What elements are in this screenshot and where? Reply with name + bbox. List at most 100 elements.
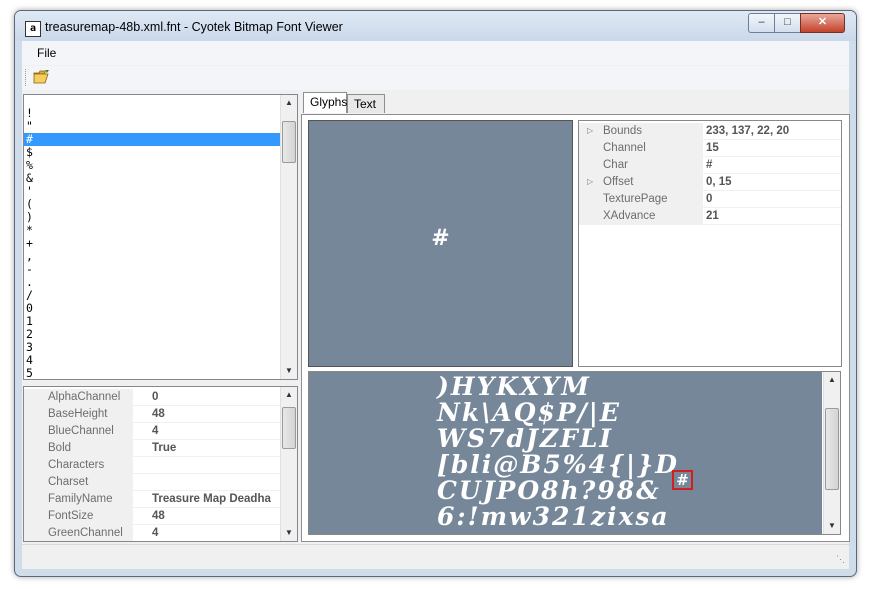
font-property-row[interactable]: GreenChannel 4 (24, 525, 297, 541)
menu-file[interactable]: File (37, 46, 56, 60)
glyph-list[interactable]: ! " # $% & '() * +, -./0 1 2 3 4 5 ▲ ▼ (23, 94, 298, 380)
glyph-property-row[interactable]: Bounds ▷ 233, 137, 22, 20 (579, 123, 841, 140)
glyph-property-name: Channel (579, 140, 703, 156)
glyph-list-item[interactable]: # (24, 133, 297, 146)
font-property-name: GreenChannel (24, 525, 133, 541)
glyph-list-item[interactable]: . (24, 276, 297, 289)
glyph-list-item[interactable]: 0 (24, 302, 297, 315)
glyph-list-item[interactable]: " (24, 120, 297, 133)
glyph-highlight-box: # (672, 470, 693, 490)
font-property-row[interactable]: BlueChannel 4 (24, 423, 297, 440)
preview-glyph: # (431, 225, 450, 251)
scroll-up-icon[interactable]: ▲ (281, 95, 297, 111)
font-property-name: AlphaChannel (24, 389, 133, 405)
texture-glyph-row: CUJPO8h?98& (437, 476, 661, 505)
status-bar: ⋱ (22, 544, 849, 569)
glyph-property-row[interactable]: XAdvance 21 (579, 208, 841, 225)
expand-icon[interactable]: ▷ (587, 123, 593, 139)
glyph-list-item[interactable]: ! (24, 107, 297, 120)
glyph-property-value[interactable]: 21 (706, 208, 719, 224)
glyph-list-item[interactable]: + (24, 237, 297, 250)
scroll-up-icon[interactable]: ▲ (281, 387, 297, 403)
tab-text[interactable]: Text (347, 94, 385, 113)
font-property-value[interactable]: 4 (152, 423, 282, 439)
maximize-button[interactable]: □ (774, 13, 801, 33)
glyph-list-item[interactable]: % (24, 159, 297, 172)
title-bar[interactable]: a treasuremap-48b.xml.fnt - Cyotek Bitma… (15, 11, 856, 41)
font-property-row[interactable]: Bold True (24, 440, 297, 457)
scroll-thumb[interactable] (282, 407, 296, 449)
menu-bar: File (22, 41, 849, 65)
glyph-property-name: XAdvance (579, 208, 703, 224)
font-property-name: BaseHeight (24, 406, 133, 422)
minimize-button[interactable]: – (748, 13, 775, 33)
app-window: a treasuremap-48b.xml.fnt - Cyotek Bitma… (14, 10, 857, 577)
glyph-list-scrollbar[interactable]: ▲ ▼ (280, 95, 297, 379)
expand-icon[interactable]: ▷ (587, 174, 593, 190)
scroll-down-icon[interactable]: ▼ (281, 525, 297, 541)
glyph-preview: # (308, 120, 573, 367)
close-icon: ✕ (817, 16, 828, 28)
font-property-name: BlueChannel (24, 423, 133, 439)
resize-grip-icon[interactable]: ⋱ (836, 554, 845, 565)
glyph-property-value[interactable]: 15 (706, 140, 719, 156)
font-property-value[interactable]: 4 (152, 525, 282, 541)
glyph-list-item[interactable]: 1 (24, 315, 297, 328)
texture-glyph-row: 6:!mw321zixsa (437, 502, 670, 531)
font-property-row[interactable]: AlphaChannel 0 (24, 389, 297, 406)
glyph-list-item[interactable]: $ (24, 146, 297, 159)
glyph-list-item[interactable]: 4 (24, 354, 297, 367)
glyph-list-item[interactable]: * (24, 224, 297, 237)
maximize-icon: □ (784, 16, 791, 28)
open-folder-icon[interactable] (33, 69, 51, 85)
glyph-list-item[interactable]: ( (24, 198, 297, 211)
glyph-list-item[interactable]: & (24, 172, 297, 185)
glyph-list-item[interactable]: / (24, 289, 297, 302)
font-property-value[interactable]: True (152, 440, 282, 456)
glyph-list-item[interactable]: , (24, 250, 297, 263)
font-property-value[interactable]: Treasure Map Deadha (152, 491, 282, 507)
scroll-down-icon[interactable]: ▼ (824, 518, 840, 534)
glyph-list-item[interactable]: 3 (24, 341, 297, 354)
glyph-property-value[interactable]: # (706, 157, 712, 173)
glyph-list-item[interactable]: 2 (24, 328, 297, 341)
glyph-list-item[interactable]: 5 (24, 367, 297, 380)
glyph-property-value[interactable]: 0, 15 (706, 174, 732, 190)
scroll-thumb[interactable] (282, 121, 296, 163)
font-property-value[interactable]: 48 (152, 406, 282, 422)
toolbar-grip-icon[interactable] (25, 69, 28, 86)
font-property-row[interactable]: Characters (24, 457, 297, 474)
font-property-name: Characters (24, 457, 133, 473)
glyph-property-row[interactable]: Channel 15 (579, 140, 841, 157)
glyph-property-grid[interactable]: Bounds ▷ 233, 137, 22, 20 Channel 15 Char # Off… (578, 120, 842, 367)
texture-scrollbar[interactable]: ▲ ▼ (823, 372, 840, 534)
glyph-property-row[interactable]: Char # (579, 157, 841, 174)
font-property-value[interactable]: 0 (152, 389, 282, 405)
font-property-row[interactable]: FontSize 48 (24, 508, 297, 525)
scroll-thumb[interactable] (825, 408, 839, 490)
minimize-icon: – (758, 16, 765, 28)
font-property-row[interactable]: Charset (24, 474, 297, 491)
font-property-name: Charset (24, 474, 133, 490)
texture-view[interactable]: )HYKXYM Nk\AQ$P/|E WS7dJZFLI [blі@B5%4{|}D C… (308, 371, 841, 535)
glyph-property-row[interactable]: TexturePage 0 (579, 191, 841, 208)
glyph-property-row[interactable]: Offset ▷ 0, 15 (579, 174, 841, 191)
scroll-down-icon[interactable]: ▼ (281, 363, 297, 379)
glyph-list-item[interactable]: - (24, 263, 297, 276)
font-property-value[interactable]: 48 (152, 508, 282, 524)
font-property-grid[interactable]: AlphaChannel 0 BaseHeight 48 BlueChannel 4 Bol… (23, 386, 298, 542)
glyph-property-value[interactable]: 233, 137, 22, 20 (706, 123, 789, 139)
glyph-list-items: ! " # $% & '() * +, -./0 1 2 3 4 5 (24, 95, 297, 380)
font-property-scrollbar[interactable]: ▲ ▼ (280, 387, 297, 541)
close-button[interactable]: ✕ (800, 13, 845, 33)
glyph-property-name: Char (579, 157, 703, 173)
glyph-property-value[interactable]: 0 (706, 191, 712, 207)
font-property-rows: AlphaChannel 0 BaseHeight 48 BlueChannel 4 Bol… (24, 387, 297, 541)
tab-glyphs[interactable]: Glyphs (303, 92, 347, 113)
font-property-name: Bold (24, 440, 133, 456)
font-property-row[interactable]: BaseHeight 48 (24, 406, 297, 423)
glyph-list-item[interactable]: ) (24, 211, 297, 224)
scroll-up-icon[interactable]: ▲ (824, 372, 840, 388)
font-property-row[interactable]: FamilyName Treasure Map Deadha (24, 491, 297, 508)
glyph-list-item[interactable]: ' (24, 185, 297, 198)
